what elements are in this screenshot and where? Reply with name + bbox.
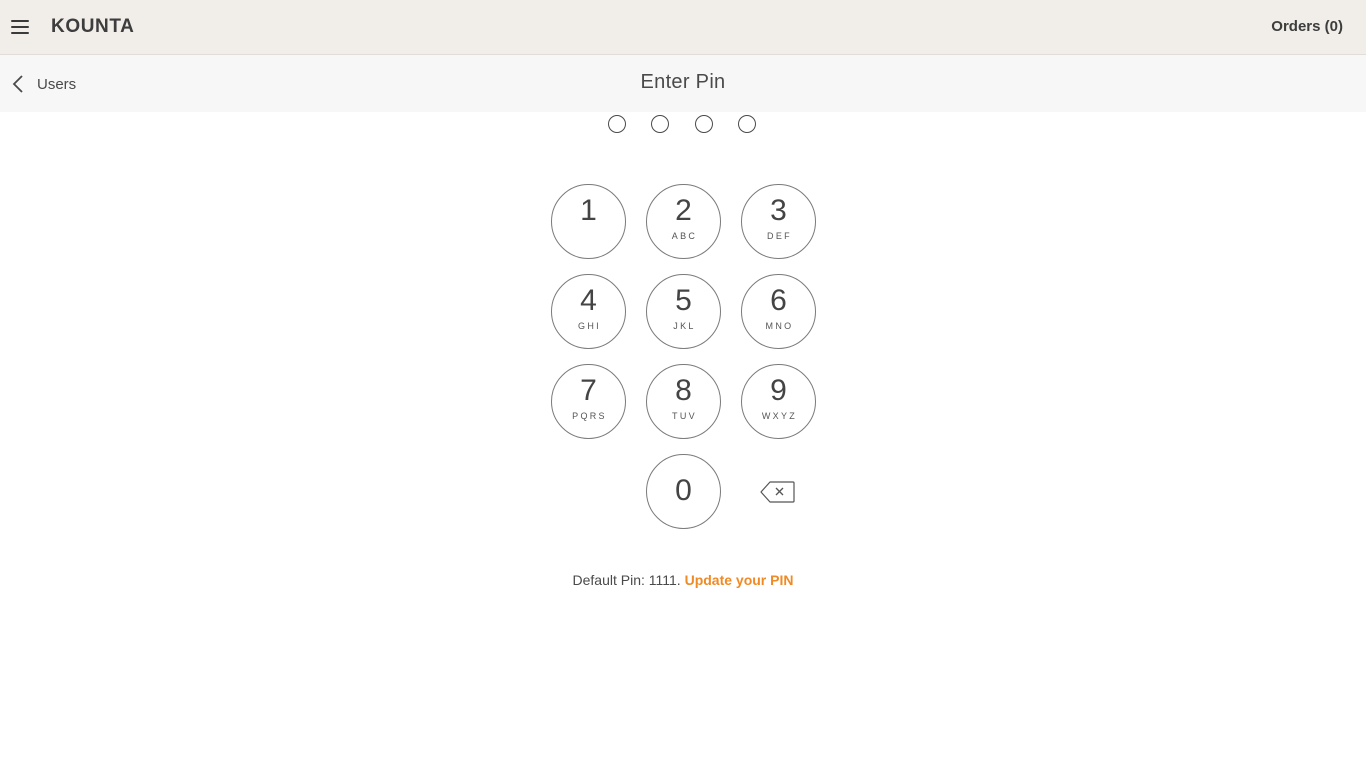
default-pin-text: Default Pin: 1111. [572,572,681,588]
key-letters: MNO [765,321,794,331]
key-letters: TUV [672,411,697,421]
pin-indicator [607,115,759,135]
key-letters: GHI [578,321,601,331]
orders-button[interactable]: Orders (0) [1271,18,1343,35]
key-8[interactable]: 8 TUV [646,364,721,439]
backspace-button[interactable] [760,480,796,504]
pin-dot [651,115,669,133]
pin-dot [738,115,756,133]
pin-dot [608,115,626,133]
key-digit: 2 [675,194,692,227]
key-5[interactable]: 5 JKL [646,274,721,349]
key-digit: 9 [770,374,787,407]
key-letters: WXYZ [761,411,798,421]
page-title: Enter Pin [640,71,726,93]
key-letters: ABC [671,231,698,241]
key-3[interactable]: 3 DEF [741,184,816,259]
key-letters: PQRS [572,411,607,421]
key-digit: 8 [675,374,692,407]
key-2[interactable]: 2 ABC [646,184,721,259]
key-letters: DEF [767,231,792,241]
key-1[interactable]: 1 [551,184,626,259]
key-digit: 3 [770,194,787,227]
app-logo: KOUNTA [51,16,135,37]
top-navigation-bar: KOUNTA Orders (0) [0,0,1366,55]
default-pin-note: Default Pin: 1111. Update your PIN [0,572,1366,588]
key-9[interactable]: 9 WXYZ [741,364,816,439]
key-digit: 7 [580,374,597,407]
key-digit: 4 [580,284,597,317]
key-digit: 0 [675,474,692,507]
key-0[interactable]: 0 [646,454,721,529]
backspace-icon [760,481,795,503]
page-header: Users Enter Pin [0,55,1366,112]
pin-dot [695,115,713,133]
key-digit: 6 [770,284,787,317]
key-7[interactable]: 7 PQRS [551,364,626,439]
key-6[interactable]: 6 MNO [741,274,816,349]
key-4[interactable]: 4 GHI [551,274,626,349]
pin-keypad: 1 2 ABC 3 DEF 4 GHI 5 JKL 6 MNO 7 PQRS 8… [551,184,817,530]
update-pin-link[interactable]: Update your PIN [685,572,794,588]
key-digit: 1 [580,194,597,227]
hamburger-menu-icon[interactable] [11,18,30,34]
key-letters: JKL [673,321,696,331]
key-digit: 5 [675,284,692,317]
